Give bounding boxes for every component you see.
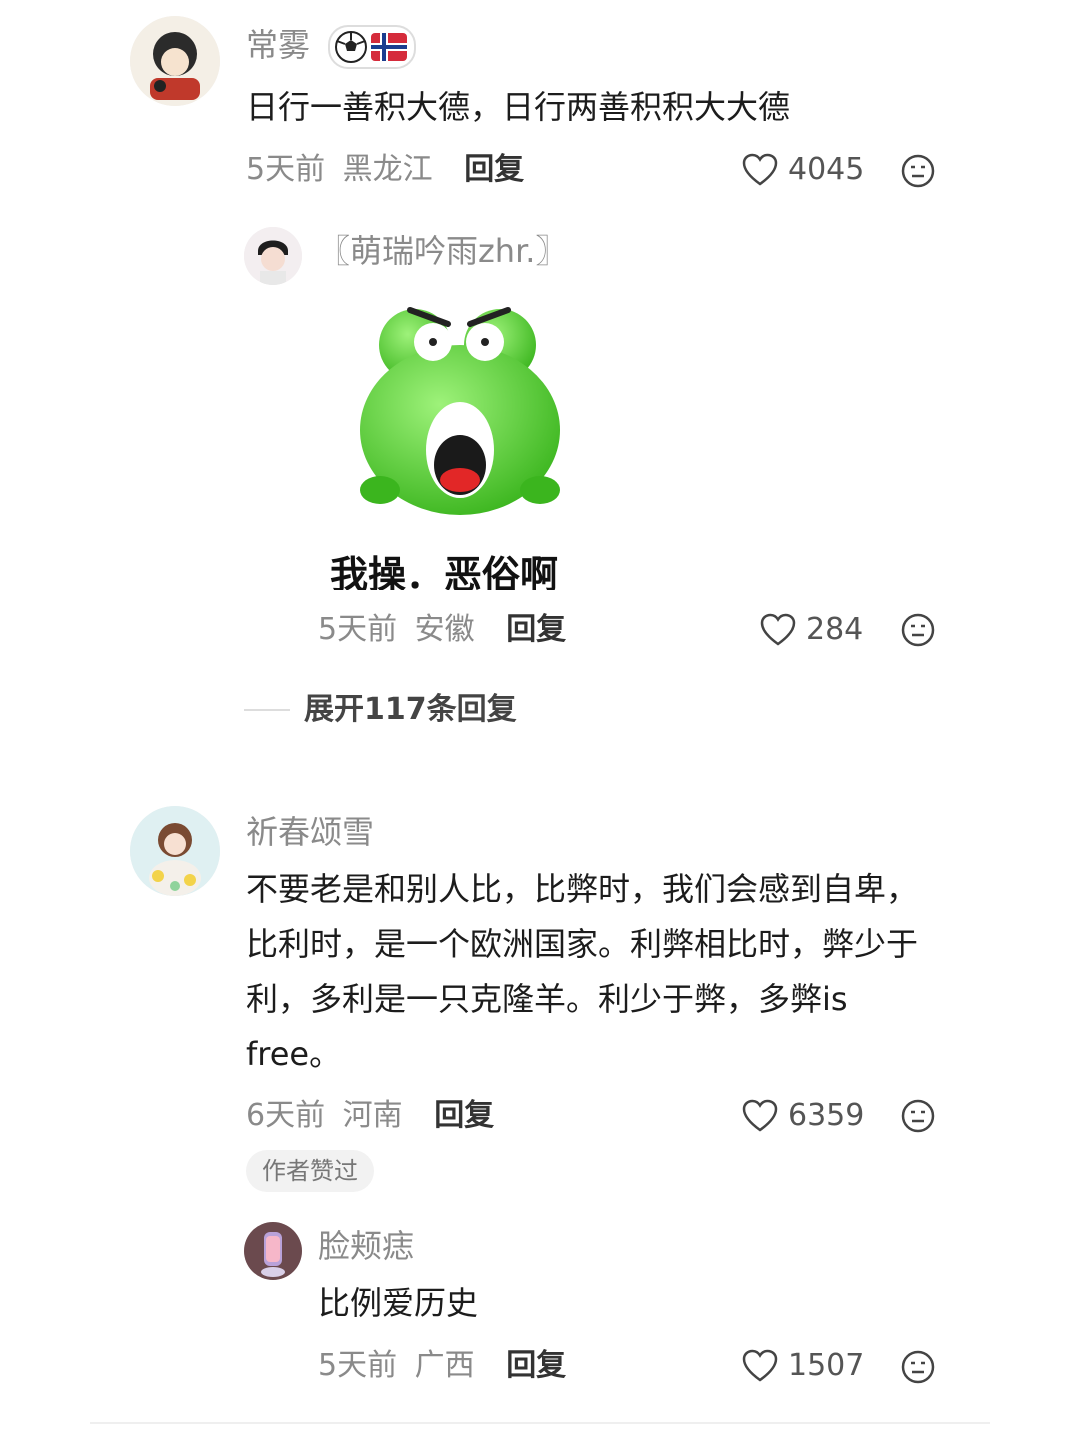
comment-meta: 6天前 河南 回复 bbox=[246, 1096, 494, 1136]
soccer-ball-icon bbox=[335, 31, 367, 63]
sticker-caption: 我操．恶俗啊 bbox=[330, 553, 559, 590]
heart-icon bbox=[742, 153, 778, 186]
comment-location: 河南 bbox=[342, 1098, 403, 1133]
reply-meta: 5天前 安徽 回复 bbox=[318, 610, 566, 650]
username[interactable]: 祈春颂雪 bbox=[246, 812, 374, 852]
bottom-divider bbox=[90, 1422, 990, 1424]
reply-button[interactable]: 回复 bbox=[434, 1098, 494, 1133]
reply-avatar[interactable] bbox=[244, 227, 302, 285]
reply-location: 广西 bbox=[414, 1348, 475, 1383]
sticker-image[interactable]: 我操．恶俗啊 bbox=[320, 290, 620, 590]
reply-username[interactable]: 脸颊痣 bbox=[318, 1226, 414, 1266]
heart-icon bbox=[742, 1349, 778, 1382]
like-button[interactable]: 1507 bbox=[742, 1346, 864, 1386]
heart-icon bbox=[742, 1099, 778, 1132]
username[interactable]: 常雾 bbox=[246, 25, 310, 65]
comment-text: 日行一善积大德，日行两善积积大大德 bbox=[246, 88, 791, 126]
reply-button[interactable]: 回复 bbox=[506, 1348, 566, 1383]
expand-replies-label: 展开117条回复 bbox=[304, 692, 517, 727]
expand-divider bbox=[244, 709, 290, 711]
angry-frog-sticker bbox=[360, 307, 560, 515]
avatar[interactable] bbox=[130, 16, 220, 106]
reply-time: 5天前 bbox=[318, 612, 398, 647]
user-badges bbox=[328, 25, 416, 69]
author-liked-badge: 作者赞过 bbox=[246, 1150, 374, 1192]
reply-time: 5天前 bbox=[318, 1348, 398, 1383]
comment-meta: 5天前 黑龙江 回复 bbox=[246, 150, 524, 190]
comment-text: 不要老是和别人比，比弊时，我们会感到自卑，比利时，是一个欧洲国家。利弊相比时，弊… bbox=[246, 870, 919, 1073]
like-count: 4045 bbox=[788, 152, 865, 187]
expand-replies[interactable]: 展开117条回复 bbox=[244, 690, 517, 730]
reply-meta: 5天前 广西 回复 bbox=[318, 1346, 566, 1386]
emoji-reaction-icon[interactable] bbox=[900, 1349, 936, 1385]
like-count: 1507 bbox=[788, 1348, 865, 1383]
emoji-reaction-icon[interactable] bbox=[900, 153, 936, 189]
heart-icon bbox=[760, 613, 796, 646]
emoji-reaction-icon[interactable] bbox=[900, 612, 936, 648]
reply-username[interactable]: 〖萌瑞吟雨zhr.〗 bbox=[318, 231, 567, 271]
reply-location: 安徽 bbox=[414, 612, 475, 647]
avatar[interactable] bbox=[130, 806, 220, 896]
like-button[interactable]: 6359 bbox=[742, 1096, 864, 1136]
reply-text: 比例爱历史 bbox=[318, 1284, 479, 1322]
avatar-image bbox=[130, 806, 220, 896]
comment-time: 5天前 bbox=[246, 152, 326, 187]
avatar-image bbox=[130, 16, 220, 106]
like-button[interactable]: 4045 bbox=[742, 150, 864, 190]
like-count: 6359 bbox=[788, 1098, 865, 1133]
avatar-image bbox=[244, 227, 302, 285]
like-count: 284 bbox=[806, 612, 864, 647]
like-button[interactable]: 284 bbox=[760, 610, 863, 650]
reply-button[interactable]: 回复 bbox=[464, 152, 524, 187]
comment-location: 黑龙江 bbox=[342, 152, 433, 187]
avatar-image bbox=[244, 1222, 302, 1280]
norway-flag-icon bbox=[371, 33, 407, 61]
comment-time: 6天前 bbox=[246, 1098, 326, 1133]
reply-avatar[interactable] bbox=[244, 1222, 302, 1280]
emoji-reaction-icon[interactable] bbox=[900, 1098, 936, 1134]
reply-button[interactable]: 回复 bbox=[506, 612, 566, 647]
